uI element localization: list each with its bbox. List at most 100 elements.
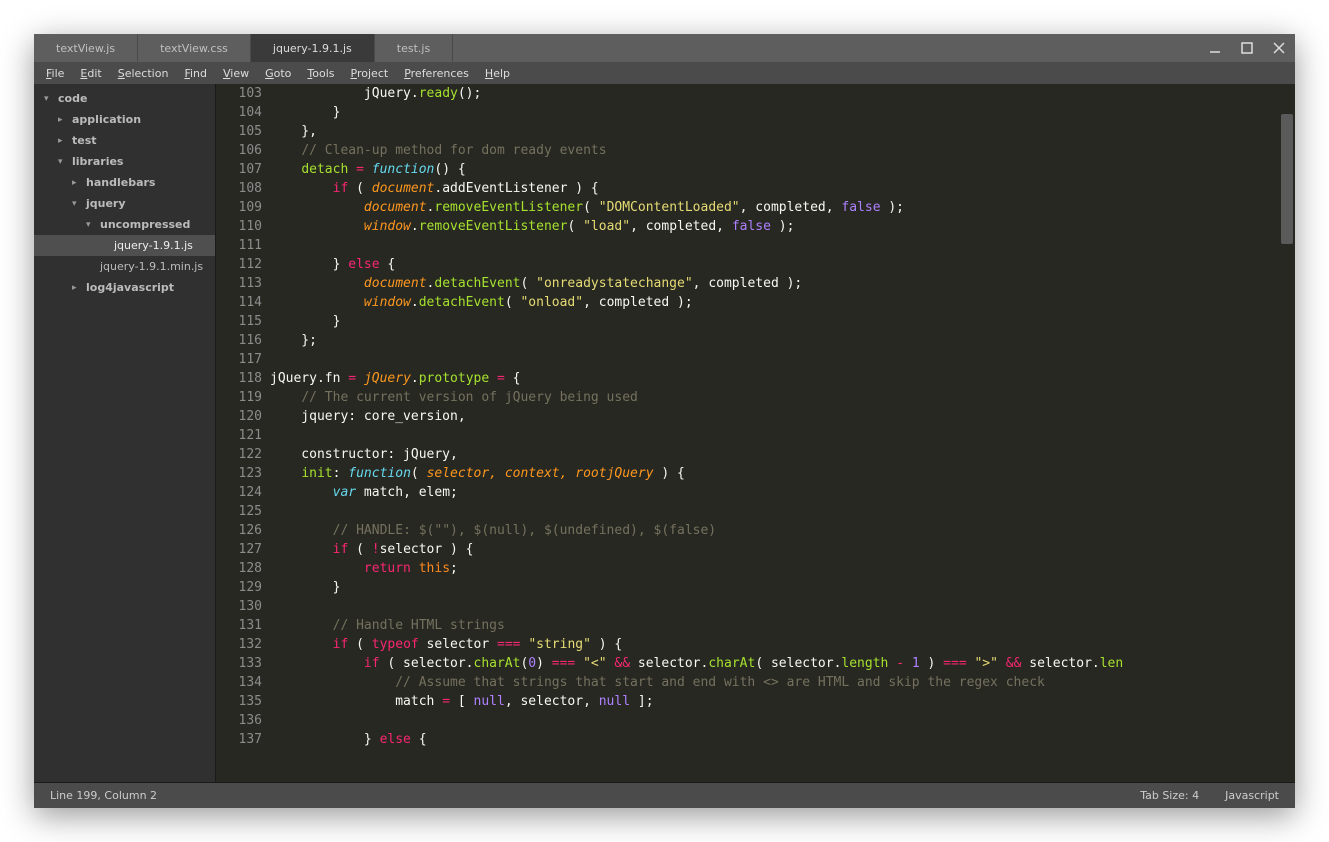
tab-textview-js[interactable]: textView.js — [34, 34, 138, 62]
tab-size-indicator[interactable]: Tab Size: 4 — [1140, 789, 1199, 802]
line-number: 121 — [216, 426, 262, 445]
folder-libraries[interactable]: libraries — [34, 151, 215, 172]
folder-code[interactable]: code — [34, 88, 215, 109]
tab-jquery-1-9-1-js[interactable]: jquery-1.9.1.js — [251, 34, 375, 62]
code-line[interactable]: // Assume that strings that start and en… — [270, 673, 1295, 692]
line-number: 127 — [216, 540, 262, 559]
code-line[interactable]: } — [270, 578, 1295, 597]
menu-goto[interactable]: Goto — [259, 65, 297, 82]
code-line[interactable]: // The current version of jQuery being u… — [270, 388, 1295, 407]
line-number: 128 — [216, 559, 262, 578]
code-line[interactable]: jquery: core_version, — [270, 407, 1295, 426]
line-number: 110 — [216, 217, 262, 236]
code-line[interactable]: if ( !selector ) { — [270, 540, 1295, 559]
disclosure-arrow-icon — [58, 136, 68, 146]
tabs-container: textView.jstextView.cssjquery-1.9.1.jste… — [34, 34, 453, 62]
folder-test[interactable]: test — [34, 130, 215, 151]
tab-textview-css[interactable]: textView.css — [138, 34, 251, 62]
menu-preferences[interactable]: Preferences — [398, 65, 475, 82]
code-line[interactable]: init: function( selector, context, rootj… — [270, 464, 1295, 483]
code-editor[interactable]: 1031041051061071081091101111121131141151… — [216, 84, 1295, 782]
disclosure-arrow-icon — [86, 220, 96, 230]
tab-test-js[interactable]: test.js — [375, 34, 453, 62]
menu-edit[interactable]: Edit — [74, 65, 107, 82]
menu-selection[interactable]: Selection — [112, 65, 175, 82]
menu-project[interactable]: Project — [345, 65, 395, 82]
code-line[interactable] — [270, 597, 1295, 616]
code-line[interactable]: } else { — [270, 255, 1295, 274]
line-number: 106 — [216, 141, 262, 160]
code-line[interactable]: window.removeEventListener( "load", comp… — [270, 217, 1295, 236]
code-line[interactable] — [270, 711, 1295, 730]
code-line[interactable]: document.detachEvent( "onreadystatechang… — [270, 274, 1295, 293]
close-button[interactable] — [1269, 38, 1289, 58]
status-bar: Line 199, Column 2 Tab Size: 4 Javascrip… — [34, 782, 1295, 808]
tree-item-label: jquery-1.9.1.min.js — [100, 260, 203, 273]
code-line[interactable]: var match, elem; — [270, 483, 1295, 502]
tree-item-label: handlebars — [86, 176, 155, 189]
menu-file[interactable]: File — [40, 65, 70, 82]
line-number: 131 — [216, 616, 262, 635]
line-number: 134 — [216, 673, 262, 692]
menu-bar: FileEdit SelectionFindViewGotoTools Projec… — [34, 62, 1295, 84]
code-line[interactable] — [270, 426, 1295, 445]
menu-view[interactable]: View — [217, 65, 255, 82]
code-line[interactable]: jQuery.ready(); — [270, 84, 1295, 103]
line-number: 115 — [216, 312, 262, 331]
tree-item-label: jquery — [86, 197, 126, 210]
line-number: 120 — [216, 407, 262, 426]
code-line[interactable]: // Handle HTML strings — [270, 616, 1295, 635]
code-line[interactable]: } else { — [270, 730, 1295, 749]
line-number-gutter: 1031041051061071081091101111121131141151… — [216, 84, 270, 782]
syntax-language[interactable]: Javascript — [1225, 789, 1279, 802]
code-line[interactable]: } — [270, 103, 1295, 122]
line-number: 122 — [216, 445, 262, 464]
code-line[interactable] — [270, 502, 1295, 521]
file-jquery-1-9-1-js[interactable]: jquery-1.9.1.js — [34, 235, 215, 256]
code-line[interactable]: document.removeEventListener( "DOMConten… — [270, 198, 1295, 217]
file-tree-sidebar[interactable]: code application test libraries handlebars jq… — [34, 84, 216, 782]
code-area[interactable]: jQuery.ready(); } }, // Clean-up method … — [270, 84, 1295, 782]
line-number: 125 — [216, 502, 262, 521]
menu-find[interactable]: Find — [178, 65, 213, 82]
code-line[interactable]: } — [270, 312, 1295, 331]
vertical-scrollbar[interactable] — [1281, 114, 1293, 244]
code-line[interactable] — [270, 236, 1295, 255]
minimize-button[interactable] — [1205, 38, 1225, 58]
folder-jquery[interactable]: jquery — [34, 193, 215, 214]
code-line[interactable]: if ( typeof selector === "string" ) { — [270, 635, 1295, 654]
code-line[interactable]: return this; — [270, 559, 1295, 578]
line-number: 124 — [216, 483, 262, 502]
code-line[interactable] — [270, 350, 1295, 369]
code-line[interactable]: jQuery.fn = jQuery.prototype = { — [270, 369, 1295, 388]
menu-help[interactable]: Help — [479, 65, 516, 82]
line-number: 123 — [216, 464, 262, 483]
line-number: 135 — [216, 692, 262, 711]
line-number: 126 — [216, 521, 262, 540]
tab-bar: textView.jstextView.cssjquery-1.9.1.jste… — [34, 34, 1295, 62]
folder-uncompressed[interactable]: uncompressed — [34, 214, 215, 235]
code-line[interactable]: detach = function() { — [270, 160, 1295, 179]
code-line[interactable]: match = [ null, selector, null ]; — [270, 692, 1295, 711]
tree-item-label: code — [58, 92, 87, 105]
app-window: textView.jstextView.cssjquery-1.9.1.jste… — [34, 34, 1295, 808]
menu-tools[interactable]: Tools — [301, 65, 340, 82]
code-line[interactable]: constructor: jQuery, — [270, 445, 1295, 464]
code-line[interactable]: // Clean-up method for dom ready events — [270, 141, 1295, 160]
tree-item-label: application — [72, 113, 141, 126]
code-line[interactable]: }, — [270, 122, 1295, 141]
folder-application[interactable]: application — [34, 109, 215, 130]
cursor-position[interactable]: Line 199, Column 2 — [50, 789, 1140, 802]
file-jquery-1-9-1-min-js[interactable]: jquery-1.9.1.min.js — [34, 256, 215, 277]
folder-log4javascript[interactable]: log4javascript — [34, 277, 215, 298]
maximize-button[interactable] — [1237, 38, 1257, 58]
line-number: 118 — [216, 369, 262, 388]
code-line[interactable]: if ( selector.charAt(0) === "<" && selec… — [270, 654, 1295, 673]
code-line[interactable]: // HANDLE: $(""), $(null), $(undefined),… — [270, 521, 1295, 540]
folder-handlebars[interactable]: handlebars — [34, 172, 215, 193]
code-line[interactable]: }; — [270, 331, 1295, 350]
code-line[interactable]: if ( document.addEventListener ) { — [270, 179, 1295, 198]
tree-item-label: test — [72, 134, 97, 147]
code-line[interactable]: window.detachEvent( "onload", completed … — [270, 293, 1295, 312]
line-number: 119 — [216, 388, 262, 407]
